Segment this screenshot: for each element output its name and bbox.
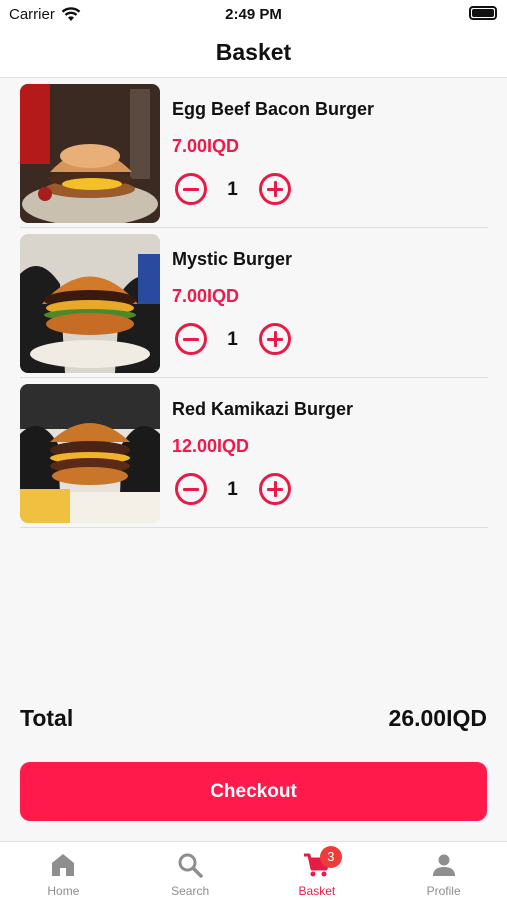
item-quantity: 1: [227, 479, 238, 500]
nav-bar: Basket: [0, 30, 507, 78]
checkout-label: Checkout: [210, 780, 297, 802]
cart-icon: 3: [303, 846, 342, 879]
item-quantity: 1: [227, 179, 238, 200]
increase-quantity-button[interactable]: [259, 473, 291, 505]
tab-home[interactable]: Home: [0, 842, 127, 900]
tab-basket[interactable]: 3 Basket: [254, 842, 381, 900]
item-price: 7.00IQD: [172, 286, 240, 306]
increase-quantity-button[interactable]: [259, 323, 291, 355]
clock: 2:49 PM: [225, 6, 282, 23]
increase-quantity-button[interactable]: [259, 173, 291, 205]
checkout-button[interactable]: Checkout: [20, 762, 487, 821]
item-image: [20, 384, 160, 523]
cart-count-badge: 3: [319, 846, 342, 868]
tab-profile-label: Profile: [426, 884, 461, 898]
tab-basket-label: Basket: [298, 884, 336, 898]
basket-item: Red Kamikazi Burger 12.00IQD 1: [20, 378, 488, 528]
tab-search[interactable]: Search: [127, 842, 254, 900]
item-name: Egg Beef Bacon Burger: [172, 99, 375, 119]
minus-icon: [183, 337, 199, 341]
profile-icon: [430, 851, 458, 879]
item-name: Red Kamikazi Burger: [172, 399, 354, 419]
decrease-quantity-button[interactable]: [175, 473, 207, 505]
item-image: [20, 234, 160, 373]
page-title: Basket: [215, 39, 292, 65]
basket-item: Mystic Burger 7.00IQD 1: [20, 228, 488, 378]
basket-list: Egg Beef Bacon Burger 7.00IQD 1 Mystic B…: [20, 78, 488, 528]
minus-icon: [183, 487, 199, 491]
total-row: Total 26.00IQD: [20, 705, 487, 735]
item-image: [20, 84, 160, 223]
tab-bar: Home Search 3 Basket Profile: [0, 841, 507, 900]
decrease-quantity-button[interactable]: [175, 173, 207, 205]
tab-home-label: Home: [47, 884, 80, 898]
status-bar: Carrier 2:49 PM: [0, 0, 507, 30]
item-quantity: 1: [227, 329, 238, 350]
item-price: 12.00IQD: [172, 436, 250, 456]
item-name: Mystic Burger: [172, 249, 293, 269]
tab-profile[interactable]: Profile: [380, 842, 507, 900]
battery-icon: [469, 6, 497, 20]
home-icon: [49, 851, 77, 879]
search-icon: [176, 851, 204, 879]
decrease-quantity-button[interactable]: [175, 323, 207, 355]
minus-icon: [183, 187, 199, 191]
total-label: Total: [20, 705, 74, 731]
item-price: 7.00IQD: [172, 136, 240, 156]
total-value: 26.00IQD: [388, 705, 487, 731]
basket-item: Egg Beef Bacon Burger 7.00IQD 1: [20, 78, 488, 228]
tab-search-label: Search: [171, 884, 210, 898]
